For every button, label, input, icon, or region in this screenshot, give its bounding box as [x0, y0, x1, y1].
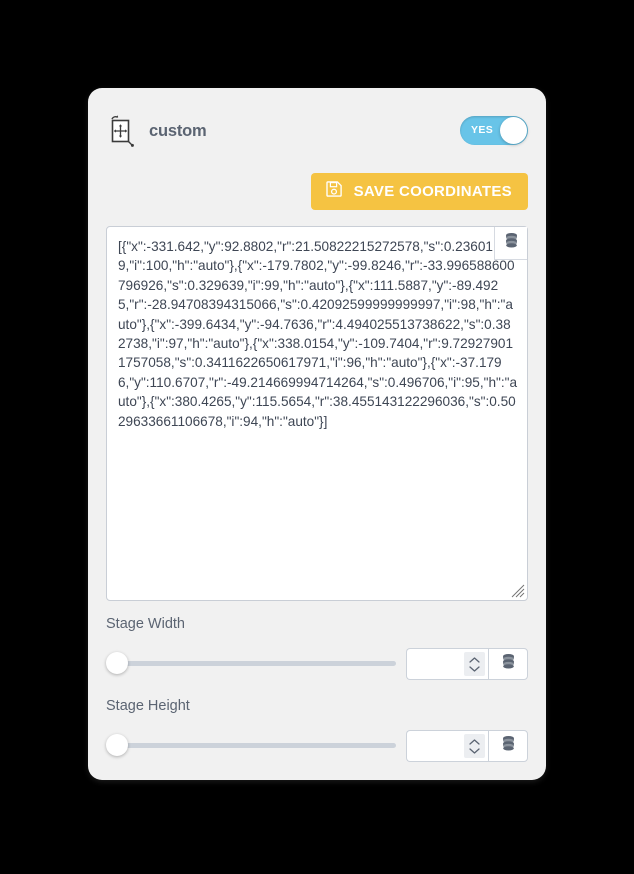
stage-height-group: Stage Height [106, 698, 528, 762]
save-coordinates-button[interactable]: SAVE COORDINATES [310, 173, 528, 210]
spinner-updown-icon[interactable] [464, 652, 485, 676]
stage-width-row [106, 646, 528, 680]
stage-height-slider-track[interactable] [112, 743, 396, 748]
screen-root: custom YES SAVE COORDINATES [{"x":-331.6… [0, 0, 634, 874]
panel-title: custom [149, 121, 207, 140]
coordinates-database-button[interactable] [494, 227, 527, 260]
stage-width-group: Stage Width [106, 616, 528, 680]
custom-enabled-toggle[interactable]: YES [460, 116, 528, 145]
save-coordinates-label: SAVE COORDINATES [353, 183, 512, 200]
stage-width-slider-track[interactable] [112, 661, 396, 666]
stage-height-slider-thumb[interactable] [106, 734, 128, 756]
stage-width-slider-thumb[interactable] [106, 652, 128, 674]
stage-height-label: Stage Height [106, 698, 190, 714]
stage-width-number-box [406, 648, 488, 680]
database-icon [501, 653, 516, 675]
stage-width-database-button[interactable] [488, 648, 528, 680]
stage-height-database-button[interactable] [488, 730, 528, 762]
floppy-save-icon [325, 180, 343, 203]
database-icon [504, 232, 519, 254]
coordinates-field-wrap [106, 226, 528, 601]
panel-header-left: custom [106, 106, 207, 156]
custom-settings-card: custom YES SAVE COORDINATES [{"x":-331.6… [88, 88, 546, 780]
spinner-updown-icon[interactable] [464, 734, 485, 758]
stage-height-number-box [406, 730, 488, 762]
toggle-knob[interactable] [500, 117, 527, 144]
stage-width-label: Stage Width [106, 616, 185, 632]
toggle-label: YES [471, 124, 494, 136]
stage-width-input[interactable] [407, 649, 463, 679]
stage-height-input[interactable] [407, 731, 463, 761]
stage-height-row [106, 728, 528, 762]
database-icon [501, 735, 516, 757]
coordinates-textarea[interactable] [106, 226, 528, 601]
panel-header: custom YES [106, 106, 528, 156]
transform-node-icon [106, 114, 136, 148]
